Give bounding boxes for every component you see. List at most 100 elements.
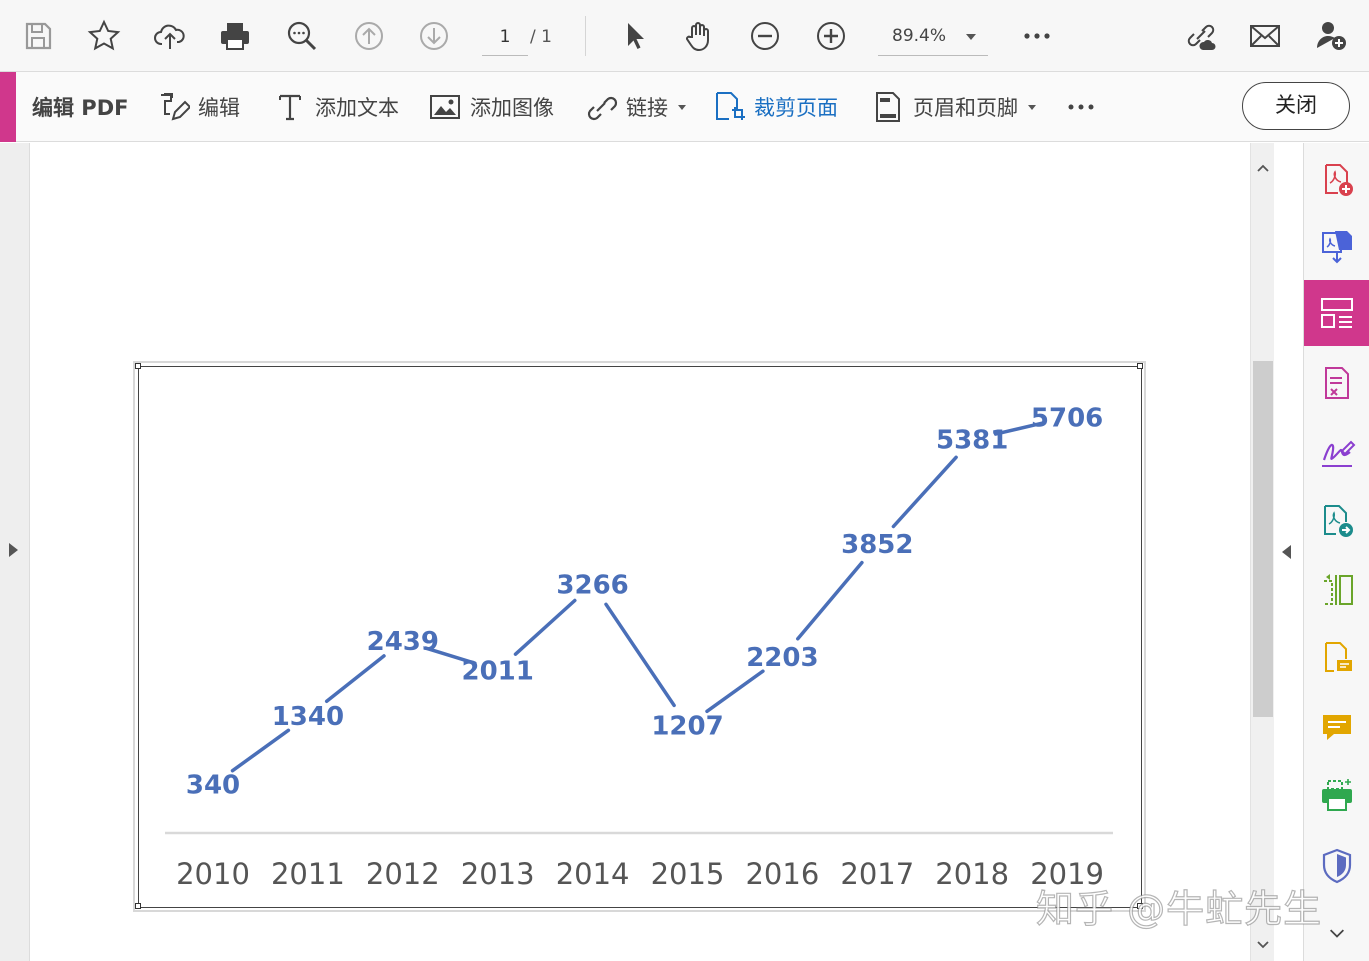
data-label: 5706 bbox=[1031, 403, 1103, 433]
chevron-down-icon bbox=[1028, 104, 1036, 110]
zoom-level-select[interactable]: 89.4% bbox=[878, 20, 988, 56]
x-tick-label: 2016 bbox=[745, 857, 819, 891]
close-button[interactable]: 关闭 bbox=[1242, 82, 1350, 130]
add-text-label: 添加文本 bbox=[315, 96, 399, 120]
page-number-input[interactable]: 1 bbox=[482, 22, 528, 56]
link-label: 链接 bbox=[626, 96, 668, 120]
cursor-arrow-icon bbox=[628, 23, 644, 49]
comment-doc-tool[interactable] bbox=[1304, 625, 1369, 691]
chevron-down-icon[interactable] bbox=[1256, 938, 1270, 952]
image-icon bbox=[430, 95, 460, 119]
add-user-button[interactable] bbox=[1309, 14, 1353, 58]
data-label: 5381 bbox=[936, 426, 1008, 456]
printer-icon bbox=[221, 23, 249, 50]
bookmark-button[interactable] bbox=[82, 14, 126, 58]
series-line-segment bbox=[230, 728, 291, 773]
data-label: 3266 bbox=[556, 570, 628, 600]
arrow-up-circle-icon bbox=[355, 22, 383, 50]
series-line-segment bbox=[891, 455, 958, 529]
pdf-editor-window: 1 / 1 89.4% 编辑 PDF 编辑 添加文本 添加图像 链接 裁剪页面 … bbox=[0, 0, 1369, 961]
print-button[interactable] bbox=[213, 14, 257, 58]
add-user-icon bbox=[1317, 22, 1346, 50]
more-tools-button[interactable] bbox=[1015, 14, 1059, 58]
series-line-segment bbox=[324, 654, 386, 704]
arrow-down-circle-icon bbox=[420, 22, 448, 50]
x-tick-label: 2011 bbox=[271, 857, 345, 891]
export-pdf-tool[interactable] bbox=[1304, 213, 1369, 279]
edit-form-tool[interactable] bbox=[1304, 350, 1369, 416]
create-pdf-tool[interactable] bbox=[1304, 147, 1369, 213]
save-button[interactable] bbox=[16, 14, 60, 58]
protect-icon bbox=[1322, 848, 1352, 884]
fill-sign-icon bbox=[1322, 440, 1356, 467]
left-panel-toggle[interactable] bbox=[0, 143, 30, 961]
edit-button[interactable]: 编辑 bbox=[156, 88, 240, 126]
hand-tool-button[interactable] bbox=[677, 14, 721, 58]
next-page-button[interactable] bbox=[412, 14, 456, 58]
chevron-down-icon bbox=[1330, 929, 1344, 938]
edit-label: 编辑 bbox=[198, 96, 240, 120]
upload-cloud-button[interactable] bbox=[148, 14, 192, 58]
zoom-value: 89.4% bbox=[892, 26, 947, 46]
print-production-icon bbox=[1322, 779, 1352, 811]
compare-icon bbox=[1324, 574, 1353, 605]
print-production-tool[interactable] bbox=[1304, 763, 1369, 829]
header-footer-label: 页眉和页脚 bbox=[913, 96, 1018, 120]
search-icon bbox=[287, 21, 317, 51]
star-icon bbox=[87, 19, 121, 51]
comment-tool[interactable] bbox=[1304, 695, 1369, 761]
data-label: 1207 bbox=[651, 711, 723, 741]
series-line-segment bbox=[604, 602, 676, 708]
header-footer-button[interactable]: 页眉和页脚 bbox=[871, 88, 1036, 126]
chevron-right-icon bbox=[9, 543, 18, 557]
chevron-down-icon bbox=[966, 34, 976, 40]
share-link-button[interactable] bbox=[1178, 14, 1222, 58]
add-text-button[interactable]: 添加文本 bbox=[273, 88, 399, 126]
main-toolbar: 1 / 1 89.4% bbox=[0, 0, 1369, 72]
find-button[interactable] bbox=[280, 14, 324, 58]
edit-pdf-toolbar: 编辑 PDF 编辑 添加文本 添加图像 链接 裁剪页面 页眉和页脚 关闭 bbox=[0, 72, 1369, 142]
organize-pages-icon bbox=[1321, 298, 1353, 328]
watermark-text: 知乎 @牛虻先生 bbox=[1035, 886, 1323, 931]
link-button[interactable]: 链接 bbox=[584, 88, 686, 126]
scrollbar-thumb[interactable] bbox=[1253, 361, 1273, 717]
header-footer-icon bbox=[876, 92, 900, 122]
x-tick-label: 2017 bbox=[840, 857, 914, 891]
select-tool-button[interactable] bbox=[612, 14, 656, 58]
export-pdf-icon bbox=[1322, 231, 1352, 264]
chevron-left-icon bbox=[1282, 545, 1291, 559]
organize-pages-tool[interactable] bbox=[1304, 280, 1369, 346]
add-image-button[interactable]: 添加图像 bbox=[428, 88, 554, 126]
create-pdf-icon bbox=[1325, 164, 1353, 196]
tool-accent-bar bbox=[0, 72, 16, 142]
x-tick-label: 2018 bbox=[935, 857, 1009, 891]
comment-icon bbox=[1323, 715, 1351, 740]
previous-page-button[interactable] bbox=[347, 14, 391, 58]
data-label: 340 bbox=[186, 771, 240, 801]
send-review-icon bbox=[1324, 505, 1353, 537]
mail-icon bbox=[1250, 25, 1280, 47]
fill-sign-tool[interactable] bbox=[1304, 419, 1369, 485]
zoom-in-button[interactable] bbox=[809, 14, 853, 58]
toolbar-divider bbox=[585, 16, 586, 56]
vertical-scrollbar[interactable] bbox=[1250, 143, 1274, 961]
x-tick-label: 2012 bbox=[366, 857, 440, 891]
send-review-tool[interactable] bbox=[1304, 488, 1369, 554]
x-tick-label: 2014 bbox=[556, 857, 630, 891]
email-button[interactable] bbox=[1243, 14, 1287, 58]
data-label: 1340 bbox=[272, 702, 344, 732]
crop-page-icon bbox=[716, 92, 745, 120]
right-panel-toggle[interactable] bbox=[1274, 143, 1303, 961]
data-label: 2203 bbox=[746, 643, 818, 673]
edit-pdf-title: 编辑 PDF bbox=[32, 96, 129, 120]
edit-more-button[interactable] bbox=[1064, 88, 1098, 126]
series-line-segment bbox=[513, 598, 577, 656]
chevron-up-icon[interactable] bbox=[1256, 161, 1270, 175]
compare-tool[interactable] bbox=[1304, 557, 1369, 623]
edit-form-icon bbox=[1325, 367, 1349, 399]
tools-pane bbox=[1303, 143, 1369, 961]
zoom-out-button[interactable] bbox=[743, 14, 787, 58]
crop-page-button[interactable]: 裁剪页面 bbox=[712, 88, 838, 126]
hand-icon bbox=[686, 22, 709, 52]
x-tick-label: 2013 bbox=[461, 857, 535, 891]
